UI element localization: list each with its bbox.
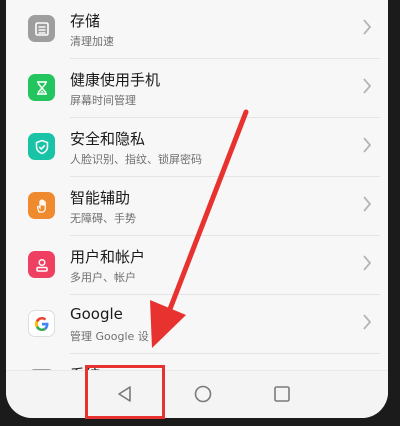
hand-icon <box>28 192 55 219</box>
settings-item-users-accounts[interactable]: 用户和帐户 多用户、帐户 <box>6 236 388 295</box>
settings-item-title: 存储 <box>70 12 101 30</box>
chevron-right-icon <box>363 137 372 153</box>
settings-item-title: 用户和帐户 <box>70 248 146 266</box>
settings-item-subtitle: 多用户、帐户 <box>70 271 136 284</box>
navigation-bar <box>6 370 388 418</box>
chevron-right-icon <box>363 314 372 330</box>
chevron-right-icon <box>363 19 372 35</box>
google-icon <box>28 310 55 337</box>
settings-screen: 存储 清理加速 健康使用手机 屏幕时间管理 安全和隐私 人脸识别、指纹、锁屏密码… <box>6 0 388 418</box>
shield-icon <box>28 133 55 160</box>
settings-item-subtitle: 管理 Google 设 <box>70 330 149 343</box>
storage-icon <box>28 15 55 42</box>
settings-item-subtitle: 无障碍、手势 <box>70 212 136 225</box>
hourglass-icon <box>28 74 55 101</box>
chevron-right-icon <box>363 78 372 94</box>
recents-square-icon[interactable] <box>271 383 293 405</box>
settings-item-subtitle: 屏幕时间管理 <box>70 94 136 107</box>
phone-frame: 存储 清理加速 健康使用手机 屏幕时间管理 安全和隐私 人脸识别、指纹、锁屏密码… <box>0 0 400 426</box>
annotation-highlight-box <box>85 365 165 419</box>
settings-item-title: 安全和隐私 <box>70 130 146 148</box>
settings-list: 存储 清理加速 健康使用手机 屏幕时间管理 安全和隐私 人脸识别、指纹、锁屏密码… <box>6 0 388 413</box>
settings-item-subtitle: 人脸识别、指纹、锁屏密码 <box>70 153 202 166</box>
settings-item-title: 智能辅助 <box>70 189 131 207</box>
settings-item-security[interactable]: 安全和隐私 人脸识别、指纹、锁屏密码 <box>6 118 388 177</box>
settings-item-digital-balance[interactable]: 健康使用手机 屏幕时间管理 <box>6 59 388 118</box>
home-circle-icon[interactable] <box>192 383 214 405</box>
chevron-right-icon <box>363 255 372 271</box>
settings-item-google[interactable]: Google 管理 Google 设 <box>6 295 388 354</box>
settings-item-storage[interactable]: 存储 清理加速 <box>6 0 388 59</box>
settings-item-title: Google <box>70 305 123 323</box>
settings-item-subtitle: 清理加速 <box>70 35 114 48</box>
settings-item-title: 健康使用手机 <box>70 71 161 89</box>
user-icon <box>28 251 55 278</box>
settings-item-smart-assistance[interactable]: 智能辅助 无障碍、手势 <box>6 177 388 236</box>
chevron-right-icon <box>363 196 372 212</box>
